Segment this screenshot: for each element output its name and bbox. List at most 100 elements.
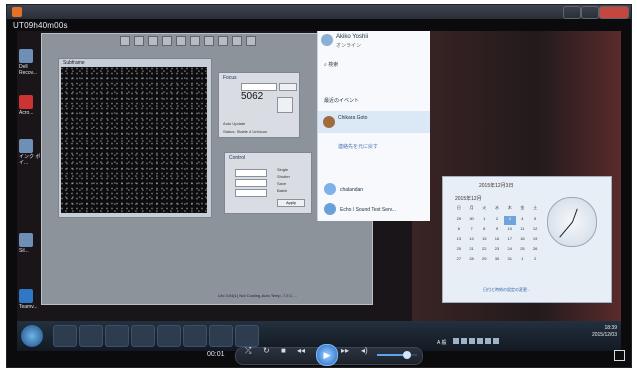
auto-update-checkbox[interactable]: Auto Update: [223, 121, 245, 126]
camera-frame-title: Subframe: [63, 60, 85, 66]
batch-option[interactable]: Batch: [277, 188, 287, 193]
toolbar-button[interactable]: [232, 36, 242, 46]
single-option[interactable]: Single: [277, 167, 288, 172]
focus-status: Status: Stable 4 Unfocus: [223, 129, 268, 134]
window-title: UT09h40m00s: [13, 21, 68, 30]
calendar-day[interactable]: 7: [466, 226, 478, 235]
calendar-day[interactable]: 21: [466, 246, 478, 255]
calendar-day[interactable]: 19: [529, 236, 541, 245]
save-option[interactable]: Save: [277, 181, 286, 186]
minute-hand: [559, 221, 573, 238]
calendar-day[interactable]: 20: [453, 246, 465, 255]
toolbar-button[interactable]: [204, 36, 214, 46]
calendar-weekday: 水: [494, 205, 499, 210]
calendar-day[interactable]: 13: [453, 236, 465, 245]
toolbar-button[interactable]: [162, 36, 172, 46]
calendar-day[interactable]: 6: [453, 226, 465, 235]
volume-knob[interactable]: [403, 351, 411, 359]
next-icon[interactable]: ▸▸: [341, 346, 349, 356]
prev-icon[interactable]: ◂◂: [297, 346, 305, 356]
focus-mode-select[interactable]: [241, 83, 277, 91]
calendar-day[interactable]: 3: [503, 216, 516, 225]
toolbar-button[interactable]: [246, 36, 256, 46]
volume-icon[interactable]: ◂): [361, 346, 368, 356]
contact-name[interactable]: chalandan: [340, 187, 363, 193]
binning-field[interactable]: [235, 189, 267, 197]
calendar-month[interactable]: 2015年12月: [455, 195, 482, 202]
toolbar-button[interactable]: [134, 36, 144, 46]
tray-clock[interactable]: 18:39 2015/12/03: [583, 325, 617, 339]
calendar-date-header[interactable]: 2015年12月3日: [479, 182, 513, 189]
shuffle-icon[interactable]: ⤮: [245, 346, 251, 356]
calendar-day[interactable]: 14: [466, 236, 478, 245]
system-tray[interactable]: A 般: [437, 331, 547, 346]
calendar-day[interactable]: 4: [517, 216, 529, 225]
toolbar-button[interactable]: [176, 36, 186, 46]
calendar-day[interactable]: 25: [517, 246, 529, 255]
calendar-flyout: 2015年12月3日 2015年12月 日月火水木金土 29 30 1 2 3 4 5 6 7 8 9…: [442, 176, 612, 303]
calendar-day[interactable]: 24: [504, 246, 516, 255]
calendar-day[interactable]: 31: [504, 256, 516, 265]
volume-slider[interactable]: [377, 354, 417, 356]
calendar-day[interactable]: 12: [529, 226, 541, 235]
calendar-day[interactable]: 28: [466, 256, 478, 265]
calendar-day[interactable]: 2: [529, 256, 541, 265]
calendar-day[interactable]: 18: [517, 236, 529, 245]
recent-events-tab[interactable]: 最近のイベント: [324, 97, 359, 104]
control-panel-title: Control: [229, 155, 246, 161]
play-icon[interactable]: ▶: [316, 344, 338, 366]
repeat-icon[interactable]: ↻: [263, 346, 270, 356]
change-datetime-link[interactable]: 日付と時刻の設定の変更...: [483, 287, 530, 293]
stop-icon[interactable]: ■: [281, 346, 286, 356]
search-label[interactable]: ⌕ 検索: [324, 61, 338, 68]
calendar-day[interactable]: 30: [491, 256, 503, 265]
calendar-day[interactable]: 26: [529, 246, 541, 255]
control-panel: Control Single Shutter Save Batch Apply: [224, 152, 312, 214]
calendar-day[interactable]: 2: [491, 216, 503, 225]
tasks-link[interactable]: 連絡先を元に戻す: [338, 143, 378, 150]
apply-button[interactable]: Apply: [277, 199, 305, 207]
calendar-day[interactable]: 16: [491, 236, 503, 245]
video-area[interactable]: Dell Recov... Acro... インク ポイ... Sil... T…: [17, 31, 621, 351]
toolbar-button[interactable]: [148, 36, 158, 46]
calendar-day[interactable]: 5: [529, 216, 541, 225]
fullscreen-icon[interactable]: [614, 350, 625, 361]
calendar-day[interactable]: 30: [466, 216, 478, 225]
calendar-day[interactable]: 1: [517, 256, 529, 265]
calendar-day[interactable]: 1: [478, 216, 490, 225]
calendar-day[interactable]: 29: [453, 216, 465, 225]
focus-button[interactable]: [279, 83, 297, 91]
calendar-day[interactable]: 23: [491, 246, 503, 255]
maximize-button[interactable]: [581, 6, 599, 19]
minimize-button[interactable]: [563, 6, 581, 19]
calendar-day[interactable]: 15: [478, 236, 490, 245]
tray-date: 2015/12/03: [591, 332, 617, 338]
focus-value: 5062: [241, 91, 264, 102]
calendar-day[interactable]: 29: [478, 256, 490, 265]
calendar-day[interactable]: 17: [504, 236, 516, 245]
calendar-day[interactable]: 11: [517, 226, 529, 235]
focus-direction-pad[interactable]: [277, 97, 293, 113]
close-button[interactable]: [599, 6, 629, 19]
user-status[interactable]: オンライン: [336, 42, 361, 49]
shutter-option[interactable]: Shutter: [277, 174, 290, 179]
camera-image: [61, 67, 207, 213]
contact-name: Chikara Goto: [338, 115, 368, 121]
contact-avatar: [324, 203, 336, 215]
calendar-weekday: 金: [520, 205, 525, 210]
calendar-day[interactable]: 27: [453, 256, 465, 265]
gain-field[interactable]: [235, 179, 267, 187]
calendar-day[interactable]: 8: [478, 226, 490, 235]
exposure-field[interactable]: [235, 169, 267, 177]
calendar-day[interactable]: 9: [491, 226, 503, 235]
calendar-day[interactable]: 22: [478, 246, 490, 255]
user-avatar: [321, 34, 333, 46]
calendar-weekday: 土: [533, 205, 538, 210]
toolbar-button[interactable]: [190, 36, 200, 46]
focus-panel-title: Focus: [223, 75, 237, 81]
calendar-day[interactable]: 10: [504, 226, 516, 235]
toolbar-button[interactable]: [218, 36, 228, 46]
toolbar-button[interactable]: [120, 36, 130, 46]
elapsed-time: 00:01: [207, 351, 225, 358]
contact-name[interactable]: Echo / Sound Test Serv...: [340, 207, 396, 213]
